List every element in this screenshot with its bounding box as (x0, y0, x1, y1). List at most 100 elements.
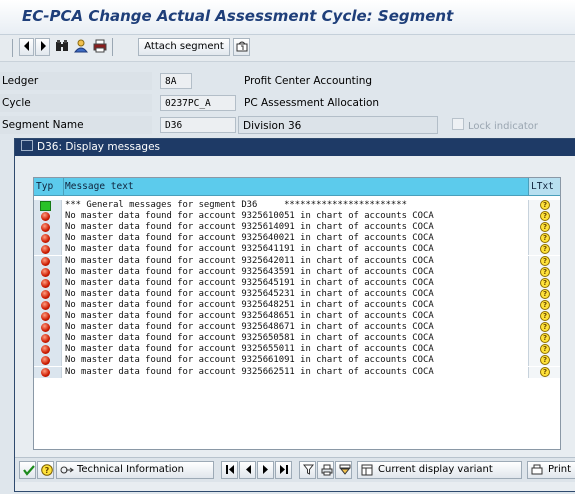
long-text-cell: ? (528, 344, 560, 356)
dialog-toolbar: ? Technical Information Current display … (15, 457, 575, 482)
ledger-field[interactable]: 8A (160, 73, 192, 89)
message-type-cell (34, 311, 62, 322)
technical-info-icon (60, 466, 74, 474)
message-text-cell: No master data found for account 9325640… (65, 233, 434, 244)
column-header-message-text[interactable]: Message text (62, 178, 528, 195)
responsible-button[interactable] (72, 38, 89, 56)
segment-name-label: Segment Name (0, 116, 152, 134)
info-button[interactable] (233, 38, 250, 56)
technical-information-label: Technical Information (77, 464, 184, 475)
message-type-cell (34, 255, 62, 267)
message-row[interactable]: No master data found for account 9325610… (34, 211, 560, 223)
red-light-icon (41, 278, 50, 288)
long-text-cell: ? (528, 277, 560, 289)
message-row[interactable]: No master data found for account 9325614… (34, 222, 560, 234)
cycle-label: Cycle (0, 94, 152, 112)
long-text-icon[interactable]: ? (540, 355, 550, 366)
message-type-cell (34, 344, 62, 356)
save-to-file-button[interactable] (335, 461, 352, 479)
checkmark-icon (23, 465, 35, 476)
long-text-cell: ? (528, 255, 560, 267)
segment-description: Division 36 (238, 116, 438, 134)
help-button[interactable]: ? (37, 461, 54, 479)
message-type-cell (34, 288, 62, 300)
message-row[interactable]: No master data found for account 9325645… (34, 277, 560, 289)
message-row[interactable]: No master data found for account 9325641… (34, 244, 560, 256)
print-preview-button[interactable] (317, 461, 334, 479)
last-page-button[interactable] (275, 461, 292, 479)
previous-button[interactable] (19, 38, 34, 56)
long-text-cell: ? (528, 355, 560, 367)
long-text-icon[interactable]: ? (540, 288, 550, 299)
first-page-button[interactable] (221, 461, 238, 479)
lock-indicator-checkbox[interactable] (452, 118, 464, 130)
red-light-icon (41, 267, 50, 277)
message-type-cell (34, 333, 62, 345)
red-light-icon (41, 334, 50, 344)
long-text-icon[interactable]: ? (540, 299, 550, 310)
long-text-icon[interactable]: ? (540, 344, 550, 355)
svg-text:?: ? (45, 466, 50, 475)
continue-button[interactable] (19, 461, 36, 479)
green-light-icon (40, 201, 51, 211)
message-text-cell: No master data found for account 9325648… (65, 311, 434, 321)
message-row[interactable]: No master data found for account 9325648… (34, 299, 560, 311)
long-text-cell: ? (528, 222, 560, 234)
filter-button[interactable] (299, 461, 316, 479)
column-header-ltxt[interactable]: LTxt (528, 178, 560, 195)
message-row[interactable]: No master data found for account 9325648… (34, 311, 560, 322)
red-light-icon (41, 356, 50, 366)
arrow-right-icon (40, 41, 46, 51)
message-row[interactable]: No master data found for account 9325662… (34, 366, 560, 378)
long-text-cell: ? (528, 211, 560, 223)
arrow-left-icon (23, 41, 29, 51)
message-type-cell (34, 277, 62, 289)
print-button[interactable]: Print (527, 461, 575, 479)
next-page-button[interactable] (257, 461, 274, 479)
long-text-icon[interactable]: ? (540, 255, 550, 266)
message-row[interactable]: No master data found for account 9325648… (34, 322, 560, 334)
segment-row: Segment Name D36 Division 36 Lock indica… (0, 116, 575, 134)
message-text-cell: No master data found for account 9325610… (65, 211, 434, 222)
export-icon (339, 464, 351, 475)
long-text-icon[interactable]: ? (540, 233, 550, 244)
long-text-icon[interactable]: ? (540, 200, 550, 210)
find-button[interactable] (53, 38, 70, 56)
long-text-icon[interactable]: ? (540, 277, 550, 288)
message-row[interactable]: No master data found for account 9325645… (34, 288, 560, 300)
message-text-cell: *** General messages for segment D36 ***… (65, 200, 407, 210)
print-icon (93, 39, 106, 53)
message-row[interactable]: No master data found for account 9325642… (34, 255, 560, 267)
long-text-icon[interactable]: ? (540, 366, 550, 377)
long-text-icon[interactable]: ? (540, 211, 550, 222)
long-text-icon[interactable]: ? (540, 333, 550, 344)
segment-name-field[interactable]: D36 (160, 117, 236, 133)
message-row[interactable]: No master data found for account 9325643… (34, 266, 560, 278)
previous-page-button[interactable] (239, 461, 256, 479)
long-text-icon[interactable]: ? (540, 222, 550, 233)
long-text-icon[interactable]: ? (540, 311, 550, 321)
column-header-typ[interactable]: Typ (34, 178, 64, 195)
technical-information-button[interactable]: Technical Information (56, 461, 214, 479)
long-text-icon[interactable]: ? (540, 322, 550, 333)
print-button[interactable] (91, 38, 108, 56)
cycle-field[interactable]: 0237PC_A (160, 95, 236, 111)
printer-icon (531, 464, 543, 475)
message-row[interactable]: No master data found for account 9325655… (34, 344, 560, 356)
current-display-variant-button[interactable]: Current display variant (357, 461, 522, 479)
filter-icon (303, 464, 314, 475)
long-text-icon[interactable]: ? (540, 266, 550, 277)
message-row[interactable]: No master data found for account 9325661… (34, 355, 560, 367)
attach-segment-button[interactable]: Attach segment (138, 38, 230, 56)
message-type-cell (34, 200, 62, 211)
message-row[interactable]: No master data found for account 9325650… (34, 333, 560, 345)
message-row[interactable]: No master data found for account 9325640… (34, 233, 560, 245)
layout-icon (361, 464, 373, 476)
message-row[interactable]: *** General messages for segment D36 ***… (34, 200, 560, 211)
dialog-title: D36: Display messages (37, 141, 161, 153)
display-messages-dialog: D36: Display messages Typ Message text L… (14, 138, 575, 492)
next-button[interactable] (35, 38, 50, 56)
long-text-icon[interactable]: ? (540, 244, 550, 255)
lock-indicator: Lock indicator (452, 118, 538, 132)
message-type-cell (34, 322, 62, 334)
